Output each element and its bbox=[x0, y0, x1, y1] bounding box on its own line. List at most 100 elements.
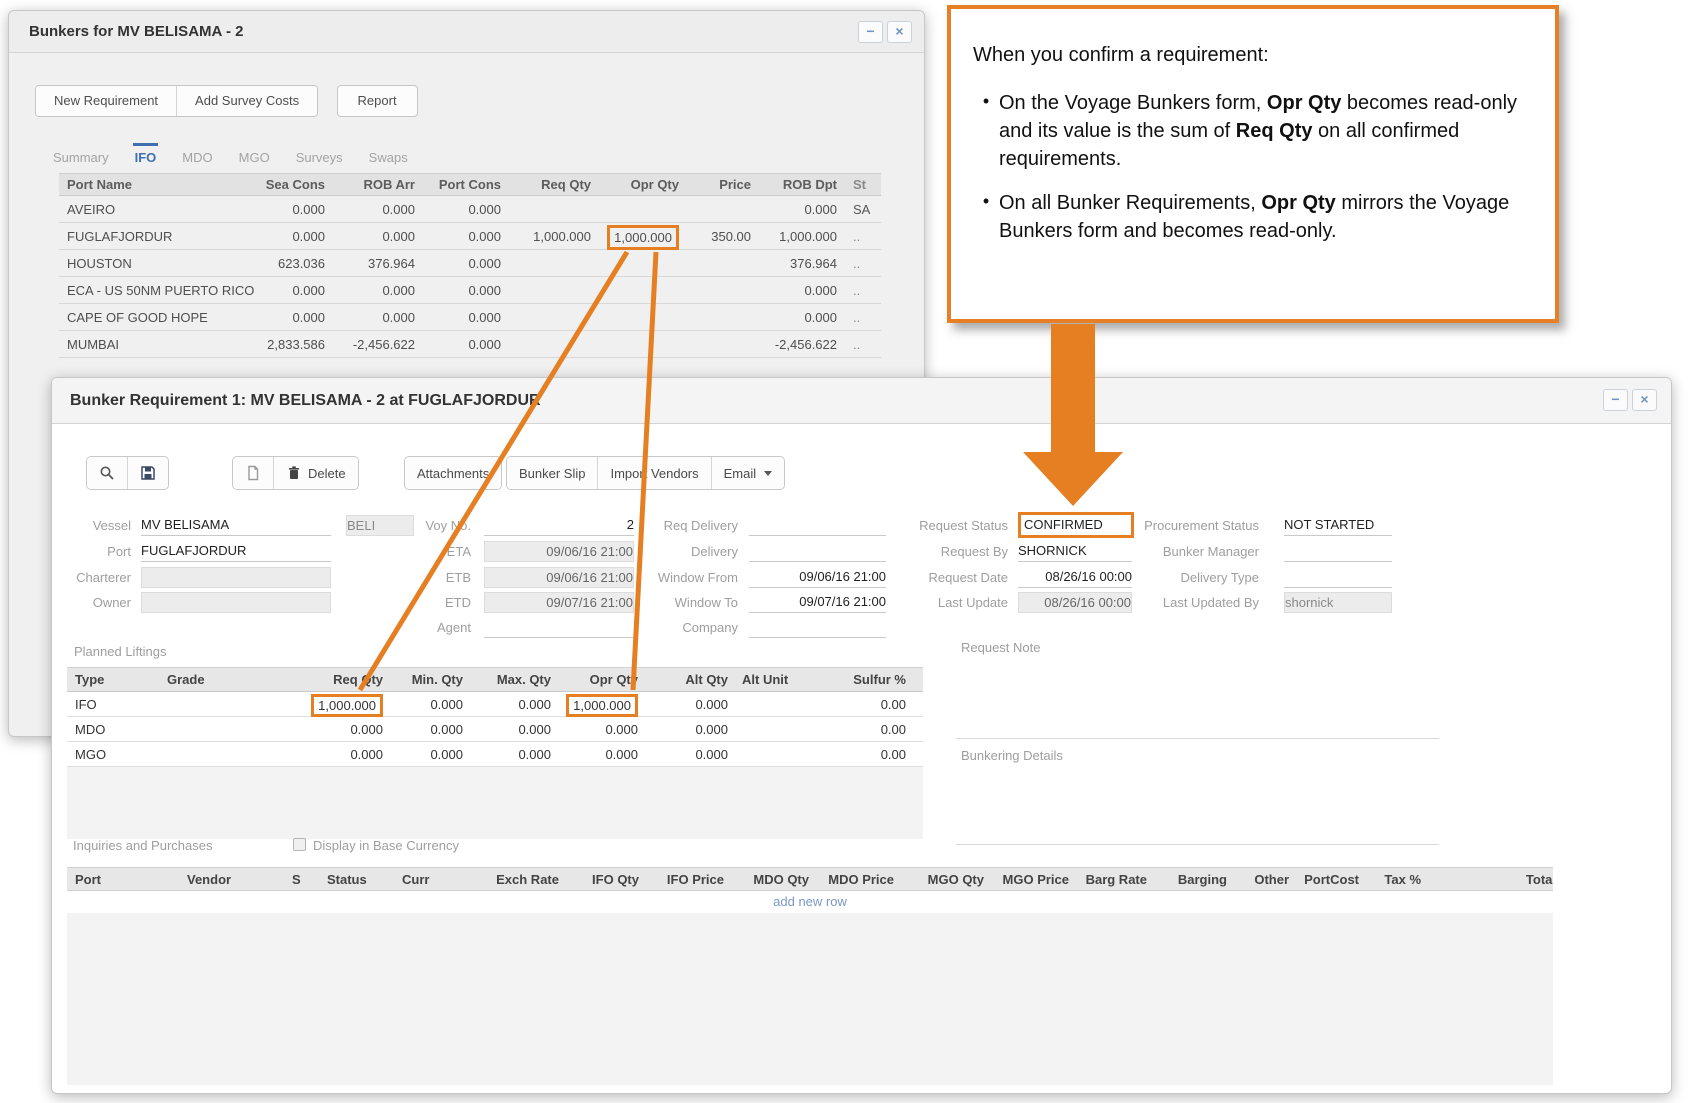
company-label: Company bbox=[633, 617, 738, 638]
window-from-field[interactable]: 09/06/16 21:00 bbox=[749, 567, 886, 588]
bunker-manager-field[interactable] bbox=[1284, 541, 1392, 562]
trash-icon bbox=[286, 465, 302, 481]
table-row-cape-of-good-hope[interactable]: CAPE OF GOOD HOPE 0.000 0.000 0.000 0.00… bbox=[59, 304, 881, 331]
owner-field bbox=[141, 592, 331, 613]
voyage-window-titlebar[interactable]: Bunkers for MV BELISAMA - 2 bbox=[9, 11, 924, 53]
divider bbox=[956, 844, 1439, 845]
col-ifo-price: IFO Price bbox=[647, 868, 732, 890]
col-curr: Curr bbox=[402, 868, 472, 890]
email-dropdown-button[interactable]: Email bbox=[711, 457, 785, 489]
port-field[interactable]: FUGLAFJORDUR bbox=[141, 541, 331, 562]
etb-field: 09/06/16 21:00 bbox=[484, 567, 634, 588]
desktop: Bunkers for MV BELISAMA - 2 − × New Requ… bbox=[0, 0, 1689, 1103]
col-min-qty: Min. Qty bbox=[391, 668, 471, 691]
tab-mgo[interactable]: MGO bbox=[237, 143, 272, 167]
tab-surveys[interactable]: Surveys bbox=[294, 143, 345, 167]
table-header-row: Port Name Sea Cons ROB Arr Port Cons Req… bbox=[59, 173, 881, 196]
col-mdo-qty: MDO Qty bbox=[732, 868, 817, 890]
attachments-button[interactable]: Attachments bbox=[405, 457, 501, 489]
table-row-aveiro[interactable]: AVEIRO 0.000 0.000 0.000 0.000 SA bbox=[59, 196, 881, 223]
request-date-label: Request Date bbox=[888, 567, 1008, 588]
request-by-field[interactable]: SHORNICK bbox=[1018, 541, 1132, 562]
col-other: Other bbox=[1235, 868, 1297, 890]
etb-label: ETB bbox=[401, 567, 471, 588]
request-date-field[interactable]: 08/26/16 00:00 bbox=[1018, 567, 1132, 588]
col-barg-rate: Barg Rate bbox=[1077, 868, 1155, 890]
planned-liftings-label: Planned Liftings bbox=[74, 644, 167, 659]
delivery-field[interactable] bbox=[749, 541, 886, 562]
bunkering-details-label: Bunkering Details bbox=[961, 748, 1063, 763]
planned-liftings-empty-area bbox=[67, 767, 923, 839]
requirement-toolbar: Delete Attachments Bunker Slip Import Ve… bbox=[52, 456, 1671, 490]
last-update-field: 08/26/16 00:00 bbox=[1018, 592, 1132, 613]
add-survey-costs-button[interactable]: Add Survey Costs bbox=[176, 86, 317, 116]
close-button[interactable]: × bbox=[887, 21, 912, 43]
table-row-eca-puerto-rico[interactable]: ECA - US 50NM PUERTO RICO 0.000 0.000 0.… bbox=[59, 277, 881, 304]
col-alt-unit: Alt Unit bbox=[736, 668, 796, 691]
tab-ifo[interactable]: IFO bbox=[133, 143, 159, 167]
report-button[interactable]: Report bbox=[337, 85, 418, 117]
highlight-voyage-opr-qty: 1,000.000 bbox=[607, 225, 679, 250]
etd-field: 09/07/16 21:00 bbox=[484, 592, 634, 613]
last-updated-by-label: Last Updated By bbox=[1119, 592, 1259, 613]
col-mgo-qty: MGO Qty bbox=[902, 868, 992, 890]
table-row-mumbai[interactable]: MUMBAI 2,833.586 -2,456.622 0.000 -2,456… bbox=[59, 331, 881, 358]
col-st: St bbox=[845, 174, 881, 195]
bunker-slip-button[interactable]: Bunker Slip bbox=[507, 457, 597, 489]
delivery-label: Delivery bbox=[633, 541, 738, 562]
search-button[interactable] bbox=[87, 457, 127, 489]
highlight-req-qty: 1,000.000 bbox=[311, 694, 383, 717]
window-to-label: Window To bbox=[633, 592, 738, 613]
close-button[interactable]: × bbox=[1632, 389, 1657, 411]
tab-mdo[interactable]: MDO bbox=[180, 143, 214, 167]
callout-bullet-1: • On the Voyage Bunkers form, Opr Qty be… bbox=[973, 89, 1529, 173]
col-status: Status bbox=[327, 868, 402, 890]
eta-label: ETA bbox=[401, 541, 471, 562]
lifting-row-ifo[interactable]: IFO 1,000.000 0.000 0.000 1,000.000 0.00… bbox=[67, 692, 923, 717]
import-vendors-button[interactable]: Import Vendors bbox=[597, 457, 710, 489]
tab-swaps[interactable]: Swaps bbox=[367, 143, 410, 167]
highlight-opr-qty: 1,000.000 bbox=[566, 694, 638, 717]
charterer-field bbox=[141, 567, 331, 588]
request-note-label: Request Note bbox=[961, 640, 1041, 655]
voyage-window-title: Bunkers for MV BELISAMA - 2 bbox=[9, 23, 243, 40]
notes-button[interactable] bbox=[233, 457, 273, 489]
window-to-field[interactable]: 09/07/16 21:00 bbox=[749, 592, 886, 613]
col-opr-qty: Opr Qty bbox=[559, 668, 646, 691]
minimize-button[interactable]: − bbox=[858, 21, 883, 43]
new-requirement-button[interactable]: New Requirement bbox=[36, 86, 176, 116]
col-opr-qty: Opr Qty bbox=[599, 174, 687, 195]
save-button[interactable] bbox=[127, 457, 168, 489]
table-row-fuglafjordur[interactable]: FUGLAFJORDUR 0.000 0.000 0.000 1,000.000… bbox=[59, 223, 881, 250]
lifting-row-mgo[interactable]: MGO 0.000 0.000 0.000 0.000 0.000 0.00 bbox=[67, 742, 923, 767]
eta-field: 09/06/16 21:00 bbox=[484, 541, 634, 562]
col-req-qty: Req Qty bbox=[281, 668, 391, 691]
col-vendor: Vendor bbox=[187, 868, 292, 890]
callout-title: When you confirm a requirement: bbox=[973, 41, 1529, 69]
col-price: Price bbox=[687, 174, 759, 195]
inquiries-empty-area bbox=[67, 913, 1553, 1085]
req-delivery-field[interactable] bbox=[749, 515, 886, 536]
add-new-row-link[interactable]: add new row bbox=[67, 891, 1553, 913]
tab-summary[interactable]: Summary bbox=[51, 143, 111, 167]
procurement-status-field: NOT STARTED bbox=[1284, 515, 1392, 536]
inquiries-table: Port Vendor S Status Curr Exch Rate IFO … bbox=[67, 867, 1553, 891]
table-row-houston[interactable]: HOUSTON 623.036 376.964 0.000 376.964 .. bbox=[59, 250, 881, 277]
delete-button[interactable]: Delete bbox=[273, 457, 358, 489]
last-update-label: Last Update bbox=[888, 592, 1008, 613]
col-port-name: Port Name bbox=[59, 174, 245, 195]
display-base-currency-checkbox[interactable] bbox=[293, 838, 306, 851]
display-base-currency-label: Display in Base Currency bbox=[313, 838, 459, 853]
vessel-field[interactable]: MV BELISAMA bbox=[141, 515, 331, 536]
voy-no-field[interactable]: 2 bbox=[484, 515, 634, 536]
minimize-button[interactable]: − bbox=[1603, 389, 1628, 411]
company-field[interactable] bbox=[749, 617, 886, 638]
procurement-status-label: Procurement Status bbox=[1119, 515, 1259, 536]
agent-label: Agent bbox=[401, 617, 471, 638]
lifting-row-mdo[interactable]: MDO 0.000 0.000 0.000 0.000 0.000 0.00 bbox=[67, 717, 923, 742]
last-updated-by-field: shornick bbox=[1284, 592, 1392, 613]
delivery-type-field[interactable] bbox=[1284, 567, 1392, 588]
agent-field[interactable] bbox=[484, 617, 634, 638]
requirement-window-titlebar[interactable]: Bunker Requirement 1: MV BELISAMA - 2 at… bbox=[52, 378, 1671, 424]
col-type: Type bbox=[67, 668, 167, 691]
